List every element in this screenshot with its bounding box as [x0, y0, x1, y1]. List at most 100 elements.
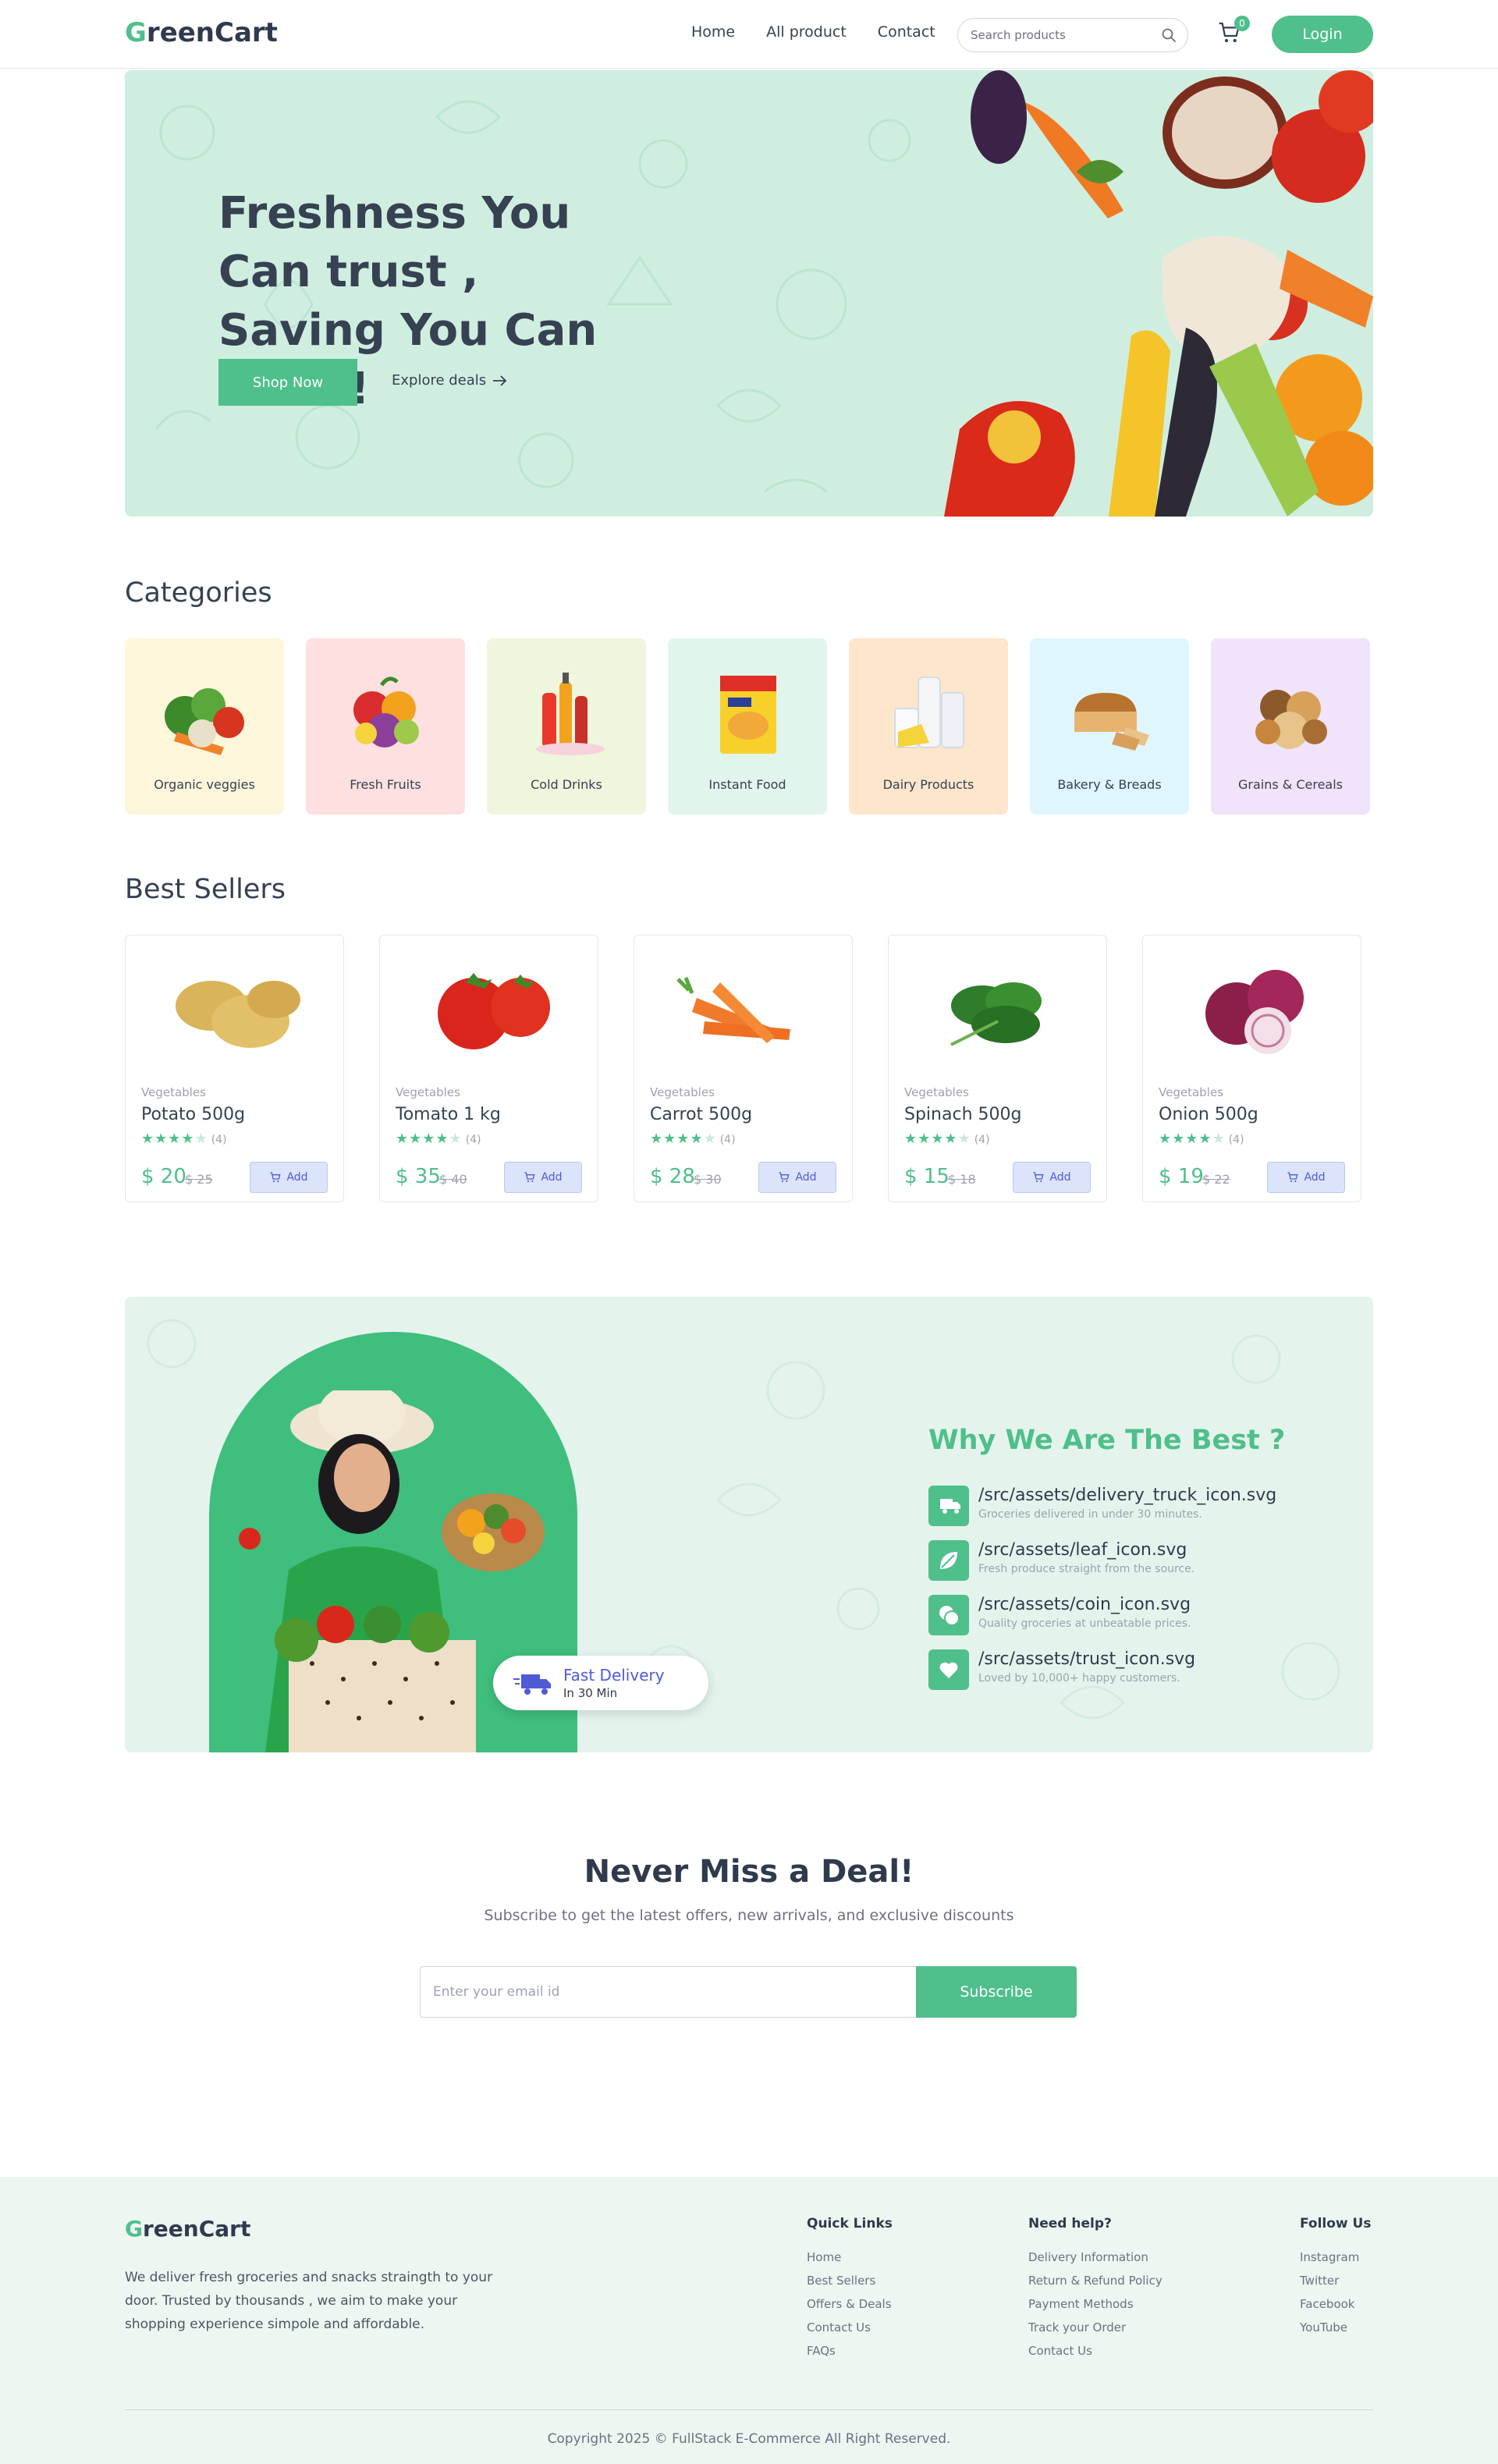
search-input[interactable] [971, 28, 1150, 42]
veggies-icon [165, 688, 244, 755]
search-icon[interactable] [1161, 27, 1177, 43]
newsletter-form: Subscribe [420, 1966, 1077, 2018]
footer-col-title: Quick Links [807, 2216, 893, 2231]
why-title: Why We Are The Best ? [928, 1425, 1286, 1456]
nav-link-all-product[interactable]: All product [766, 23, 847, 41]
product-category: Vegetables [396, 1085, 460, 1099]
add-to-cart-button[interactable]: Add [250, 1162, 328, 1193]
footer-link-youtube[interactable]: YouTube [1300, 2320, 1371, 2334]
footer-divider [125, 2409, 1373, 2410]
add-to-cart-button[interactable]: Add [1013, 1162, 1091, 1193]
footer-logo[interactable]: GreenCart [125, 2216, 250, 2242]
footer: GreenCart We deliver fresh groceries and… [0, 2177, 1498, 2464]
footer-link[interactable]: Return & Refund Policy [1028, 2274, 1163, 2288]
category-dairy-products[interactable]: Dairy Products [849, 638, 1008, 815]
star-filled-icon: ★ [663, 1131, 677, 1147]
product-card[interactable]: Vegetables Onion 500g ★★★★★ (4) $ 19 $ 22… [1142, 935, 1361, 1202]
footer-col-need-help: Need help? Delivery Information Return &… [1028, 2216, 1163, 2367]
footer-link[interactable]: Best Sellers [807, 2274, 893, 2288]
hero-vegetables-image [944, 70, 1373, 517]
footer-link[interactable]: Contact Us [807, 2320, 893, 2334]
logo-letter: G [125, 17, 147, 48]
star-filled-icon: ★ [1185, 1131, 1199, 1147]
why-item-delivery: /src/assets/delivery_truck_icon.svg Groce… [928, 1486, 1276, 1526]
footer-col-title: Follow Us [1300, 2216, 1372, 2231]
email-input[interactable] [420, 1966, 916, 2018]
subscribe-button[interactable]: Subscribe [916, 1966, 1077, 2018]
why-item-coin: /src/assets/coin_icon.svg Quality groceri… [928, 1595, 1276, 1635]
login-button[interactable]: Login [1272, 16, 1373, 53]
footer-link[interactable]: Offers & Deals [807, 2297, 893, 2311]
footer-link[interactable]: Payment Methods [1028, 2297, 1163, 2311]
hero-banner: Freshness You Can trust , Saving You Can… [125, 70, 1373, 517]
review-count: (4) [1228, 1134, 1244, 1146]
arrow-right-icon [493, 375, 507, 386]
shop-now-button[interactable]: Shop Now [218, 359, 357, 406]
add-to-cart-button[interactable]: Add [1267, 1162, 1345, 1193]
add-label: Add [1304, 1171, 1326, 1184]
product-price: $ 15 [904, 1165, 950, 1188]
why-item-name: /src/assets/coin_icon.svg [978, 1595, 1191, 1614]
product-name: Onion 500g [1159, 1105, 1258, 1124]
nav-link-contact[interactable]: Contact [878, 23, 935, 41]
footer-link-facebook[interactable]: Facebook [1300, 2297, 1371, 2311]
product-name: Tomato 1 kg [396, 1105, 501, 1124]
category-grains-cereals[interactable]: Grains & Cereals [1211, 638, 1370, 815]
logo[interactable]: GreenCart [125, 17, 278, 48]
explore-deals-link[interactable]: Explore deals [392, 372, 508, 389]
footer-link-twitter[interactable]: Twitter [1300, 2274, 1371, 2288]
category-organic-veggies[interactable]: Organic veggies [125, 638, 284, 815]
cart-icon [779, 1172, 790, 1183]
best-sellers-title: Best Sellers [125, 874, 286, 905]
cart-button[interactable]: 0 [1217, 16, 1250, 48]
product-card[interactable]: Vegetables Potato 500g ★★★★★ (4) $ 20 $ 2… [125, 935, 344, 1202]
add-to-cart-button[interactable]: Add [758, 1162, 836, 1193]
product-old-price: $ 25 [185, 1172, 213, 1187]
newsletter-title: Never Miss a Deal! [584, 1854, 914, 1890]
star-empty-icon: ★ [449, 1131, 463, 1147]
star-filled-icon: ★ [690, 1131, 704, 1147]
cart-icon [270, 1172, 281, 1183]
product-card[interactable]: Vegetables Spinach 500g ★★★★★ (4) $ 15 $ … [888, 935, 1107, 1202]
add-label: Add [286, 1171, 308, 1184]
why-item-name: /src/assets/trust_icon.svg [978, 1649, 1196, 1669]
category-label: Instant Food [708, 777, 786, 792]
product-price: $ 28 [650, 1165, 695, 1188]
category-instant-food[interactable]: Instant Food [668, 638, 827, 815]
category-fresh-fruits[interactable]: Fresh Fruits [306, 638, 465, 815]
star-filled-icon: ★ [141, 1131, 155, 1147]
star-empty-icon: ★ [703, 1131, 717, 1147]
why-item-desc: Fresh produce straight from the source. [978, 1563, 1195, 1575]
delivery-truck-icon [513, 1674, 551, 1695]
category-label: Dairy Products [882, 777, 974, 792]
footer-link[interactable]: Track your Order [1028, 2320, 1163, 2334]
category-label: Bakery & Breads [1057, 777, 1162, 792]
footer-description: We deliver fresh groceries and snacks st… [125, 2270, 493, 2332]
logo-text: reenCart [142, 2216, 251, 2242]
star-filled-icon: ★ [1172, 1131, 1186, 1147]
star-filled-icon: ★ [676, 1131, 690, 1147]
nav-link-home[interactable]: Home [691, 23, 735, 41]
why-item-leaf: /src/assets/leaf_icon.svg Fresh produce s… [928, 1540, 1276, 1581]
product-card[interactable]: Vegetables Tomato 1 kg ★★★★★ (4) $ 35 $ 4… [379, 935, 598, 1202]
footer-link[interactable]: Home [807, 2250, 893, 2264]
carrot-image [676, 977, 790, 1043]
product-category: Vegetables [1159, 1085, 1223, 1099]
add-to-cart-button[interactable]: Add [504, 1162, 582, 1193]
category-bakery-breads[interactable]: Bakery & Breads [1030, 638, 1189, 815]
product-old-price: $ 22 [1202, 1172, 1230, 1187]
logo-text: reenCart [146, 17, 278, 48]
add-label: Add [541, 1171, 563, 1184]
star-filled-icon: ★ [409, 1131, 423, 1147]
product-name: Carrot 500g [650, 1105, 753, 1124]
nav-links: Home All product Contact [691, 23, 935, 41]
footer-link[interactable]: Contact Us [1028, 2344, 1163, 2358]
footer-link[interactable]: Delivery Information [1028, 2250, 1163, 2264]
category-cold-drinks[interactable]: Cold Drinks [487, 638, 646, 815]
footer-link-instagram[interactable]: Instagram [1300, 2250, 1371, 2264]
leaf-icon [928, 1540, 969, 1581]
star-empty-icon: ★ [194, 1131, 208, 1147]
fast-delivery-subtitle: In 30 Min [563, 1686, 618, 1700]
product-card[interactable]: Vegetables Carrot 500g ★★★★★ (4) $ 28 $ 3… [634, 935, 853, 1202]
footer-link[interactable]: FAQs [807, 2344, 893, 2358]
